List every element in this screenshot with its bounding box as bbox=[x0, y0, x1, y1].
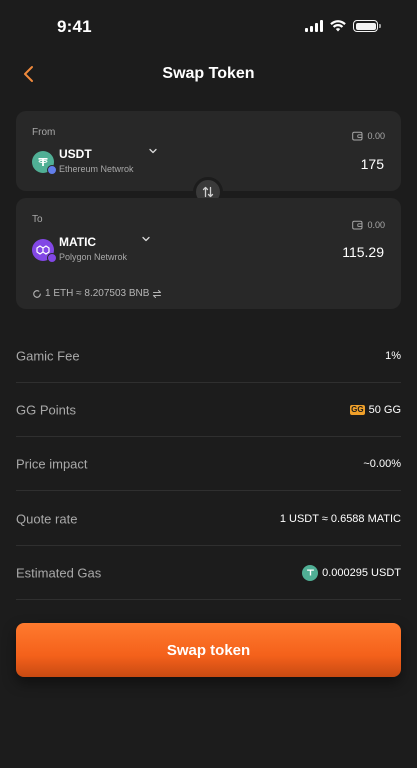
wifi-icon bbox=[330, 20, 346, 32]
cellular-signal-icon bbox=[305, 20, 323, 32]
quote-label: Quote rate bbox=[16, 511, 78, 526]
from-token-name: USDT bbox=[59, 147, 92, 161]
swap-direction-icon bbox=[202, 186, 214, 198]
to-label: To bbox=[32, 214, 43, 225]
swap-token-button-label: Swap token bbox=[166, 641, 251, 659]
to-token-name: MATIC bbox=[59, 235, 97, 249]
to-amount: 115.29 bbox=[342, 244, 384, 260]
to-card: To MATIC Polygon Netwrok 0.00 115.29 1 E… bbox=[16, 198, 401, 309]
header: Swap Token bbox=[0, 54, 417, 94]
page-title: Swap Token bbox=[162, 65, 255, 82]
quote-value-text: 1 USDT ≈ 0.6588 MATIC bbox=[279, 512, 401, 525]
wallet-icon bbox=[352, 131, 363, 141]
chevron-down-icon[interactable] bbox=[141, 234, 151, 244]
gas-value-text: 0.000295 USDT bbox=[322, 566, 401, 579]
impact-label: Price impact bbox=[16, 456, 88, 471]
exchange-rate-text: 1 ETH ≈ 8.207503 BNB bbox=[45, 288, 150, 299]
gas-value: 0.000295 USDT bbox=[302, 564, 401, 581]
refresh-icon[interactable] bbox=[32, 289, 42, 299]
wallet-icon bbox=[352, 220, 363, 230]
gas-label: Estimated Gas bbox=[16, 565, 102, 580]
ethereum-network-icon bbox=[47, 164, 57, 175]
to-balance: 0.00 bbox=[352, 220, 385, 230]
chevron-down-icon[interactable] bbox=[148, 146, 158, 156]
to-token-network: Polygon Netwrok bbox=[59, 252, 128, 262]
fee-label: Gamic Fee bbox=[16, 348, 80, 363]
status-icons bbox=[305, 20, 381, 32]
info-row-impact: Price impact ~0.00% bbox=[16, 437, 401, 491]
info-row-gas: Estimated Gas 0.000295 USDT bbox=[16, 546, 401, 600]
to-balance-value: 0.00 bbox=[367, 220, 385, 230]
impact-value-text: ~0.00% bbox=[363, 457, 401, 470]
swap-token-button[interactable]: Swap token bbox=[16, 623, 401, 677]
points-label: GG Points bbox=[16, 402, 76, 417]
from-token-network: Ethereum Netwrok bbox=[59, 164, 134, 174]
info-row-quote: Quote rate 1 USDT ≈ 0.6588 MATIC bbox=[16, 492, 401, 546]
exchange-rate: 1 ETH ≈ 8.207503 BNB bbox=[32, 288, 162, 299]
info-row-fee: Gamic Fee 1% bbox=[16, 329, 401, 383]
points-value: GG 50 GG bbox=[350, 404, 401, 416]
usdt-icon bbox=[32, 150, 57, 175]
status-bar: 9:41 bbox=[0, 0, 417, 54]
usdt-icon bbox=[302, 564, 319, 581]
from-token-selector[interactable]: USDT Ethereum Netwrok bbox=[32, 147, 134, 176]
quote-value: 1 USDT ≈ 0.6588 MATIC bbox=[280, 513, 401, 525]
polygon-network-icon bbox=[47, 252, 57, 263]
from-amount[interactable]: 175 bbox=[361, 156, 384, 172]
gg-points-icon: GG bbox=[350, 404, 365, 415]
status-time: 9:41 bbox=[57, 17, 92, 36]
from-balance-value: 0.00 bbox=[367, 131, 385, 141]
battery-icon bbox=[353, 20, 381, 32]
from-balance: 0.00 bbox=[352, 131, 385, 141]
to-token-selector[interactable]: MATIC Polygon Netwrok bbox=[32, 235, 127, 264]
exchange-icon[interactable] bbox=[152, 289, 162, 299]
from-label: From bbox=[32, 127, 56, 138]
points-value-text: 50 GG bbox=[368, 403, 401, 416]
matic-icon bbox=[32, 238, 57, 263]
info-row-points: GG Points GG 50 GG bbox=[16, 383, 401, 437]
impact-value: ~0.00% bbox=[363, 458, 401, 470]
fee-value-text: 1% bbox=[385, 349, 401, 362]
fee-value: 1% bbox=[385, 350, 401, 362]
